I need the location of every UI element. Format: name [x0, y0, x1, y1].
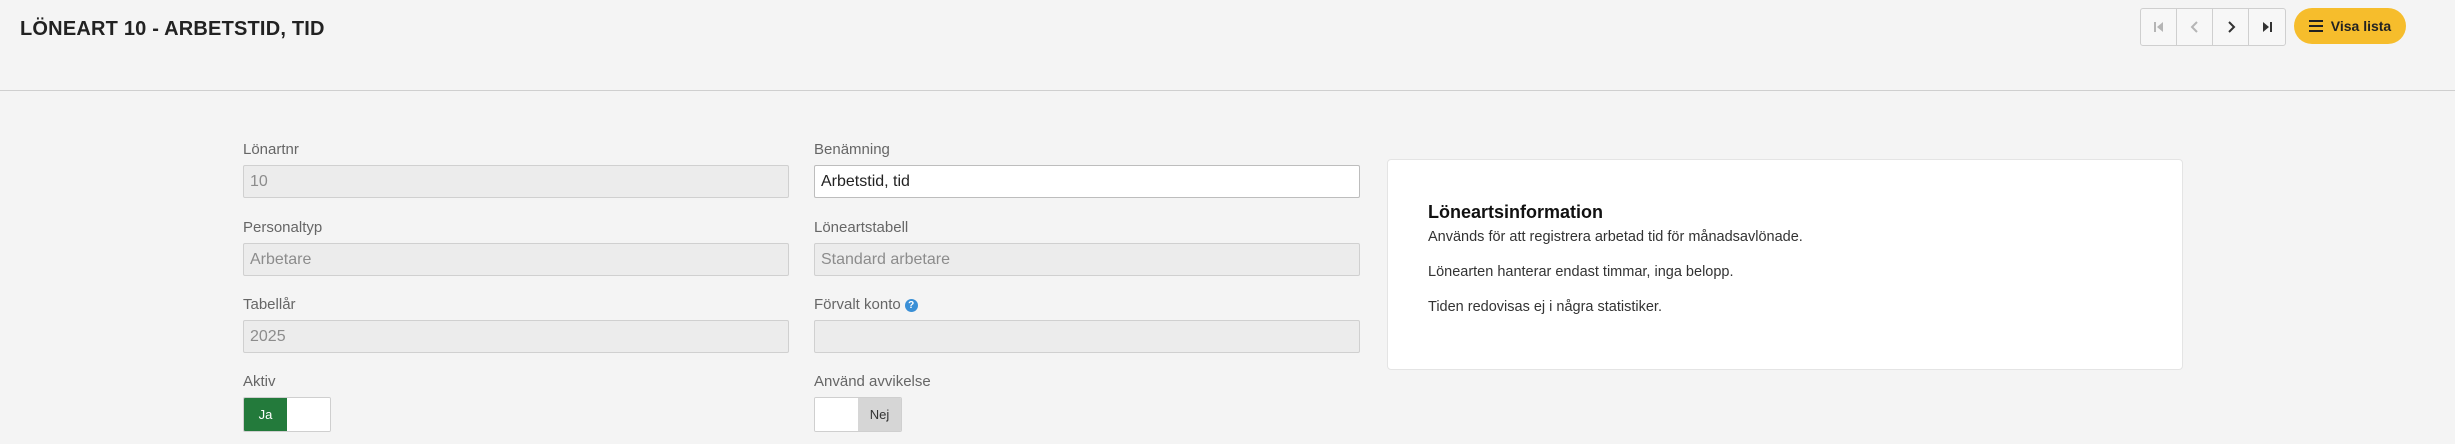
aktiv-nej-option[interactable]	[287, 398, 330, 431]
personaltyp-input: Arbetare	[243, 243, 789, 276]
lonartnr-input: 10	[243, 165, 789, 198]
tabellar-input: 2025	[243, 320, 789, 353]
benamning-label: Benämning	[814, 141, 890, 158]
visa-lista-label: Visa lista	[2330, 18, 2392, 34]
help-icon[interactable]: ?	[904, 298, 918, 312]
page-header: LÖNEART 10 - ARBETSTID, TID Visa lista	[0, 0, 2455, 91]
previous-record-button[interactable]	[2177, 9, 2213, 45]
next-icon	[2227, 21, 2235, 33]
last-page-icon	[2263, 22, 2272, 32]
info-title: Löneartsinformation	[1428, 202, 1604, 222]
anvand-avvikelse-field: Använd avvikelse Nej	[814, 373, 1360, 432]
info-card: Löneartsinformation Används för att regi…	[1387, 159, 2183, 370]
anvand-avvikelse-label: Använd avvikelse	[814, 373, 931, 390]
first-page-icon	[2153, 22, 2163, 32]
forvalt-konto-input	[814, 320, 1360, 353]
lonartnr-label: Lönartnr	[243, 141, 299, 158]
aktiv-toggle[interactable]: Ja	[243, 397, 331, 432]
aktiv-label: Aktiv	[243, 373, 276, 390]
anvand-avvikelse-nej-option[interactable]: Nej	[858, 398, 901, 431]
visa-lista-button[interactable]: Visa lista	[2294, 8, 2406, 44]
next-record-button[interactable]	[2213, 9, 2249, 45]
anvand-avvikelse-toggle[interactable]: Nej	[814, 397, 902, 432]
personaltyp-field: Personaltyp Arbetare	[243, 219, 789, 276]
info-line: Används för att registrera arbetad tid f…	[1428, 229, 1803, 245]
forvalt-konto-field: Förvalt konto?	[814, 296, 1360, 353]
last-record-button[interactable]	[2249, 9, 2285, 45]
aktiv-ja-option[interactable]: Ja	[244, 398, 287, 431]
info-line: Lönearten hanterar endast timmar, inga b…	[1428, 264, 1734, 280]
benamning-input[interactable]: Arbetstid, tid	[814, 165, 1360, 198]
first-record-button[interactable]	[2141, 9, 2177, 45]
personaltyp-label: Personaltyp	[243, 219, 323, 236]
record-navigation	[2140, 8, 2286, 46]
tabellar-label: Tabellår	[243, 296, 296, 313]
anvand-avvikelse-ja-option[interactable]	[815, 398, 858, 431]
loneartstabell-label: Löneartstabell	[814, 219, 909, 236]
page-title: LÖNEART 10 - ARBETSTID, TID	[20, 18, 325, 40]
benamning-field: Benämning Arbetstid, tid	[814, 141, 1360, 198]
lonartnr-field: Lönartnr 10	[243, 141, 789, 198]
aktiv-field: Aktiv Ja	[243, 373, 789, 432]
loneartstabell-field: Löneartstabell Standard arbetare	[814, 219, 1360, 276]
info-line: Tiden redovisas ej i några statistiker.	[1428, 299, 1662, 315]
previous-icon	[2190, 21, 2198, 33]
loneartstabell-input: Standard arbetare	[814, 243, 1360, 276]
list-icon	[2308, 20, 2323, 32]
tabellar-field: Tabellår 2025	[243, 296, 789, 353]
forvalt-konto-label: Förvalt konto	[814, 296, 901, 313]
forvalt-konto-label-row: Förvalt konto?	[814, 296, 1360, 314]
